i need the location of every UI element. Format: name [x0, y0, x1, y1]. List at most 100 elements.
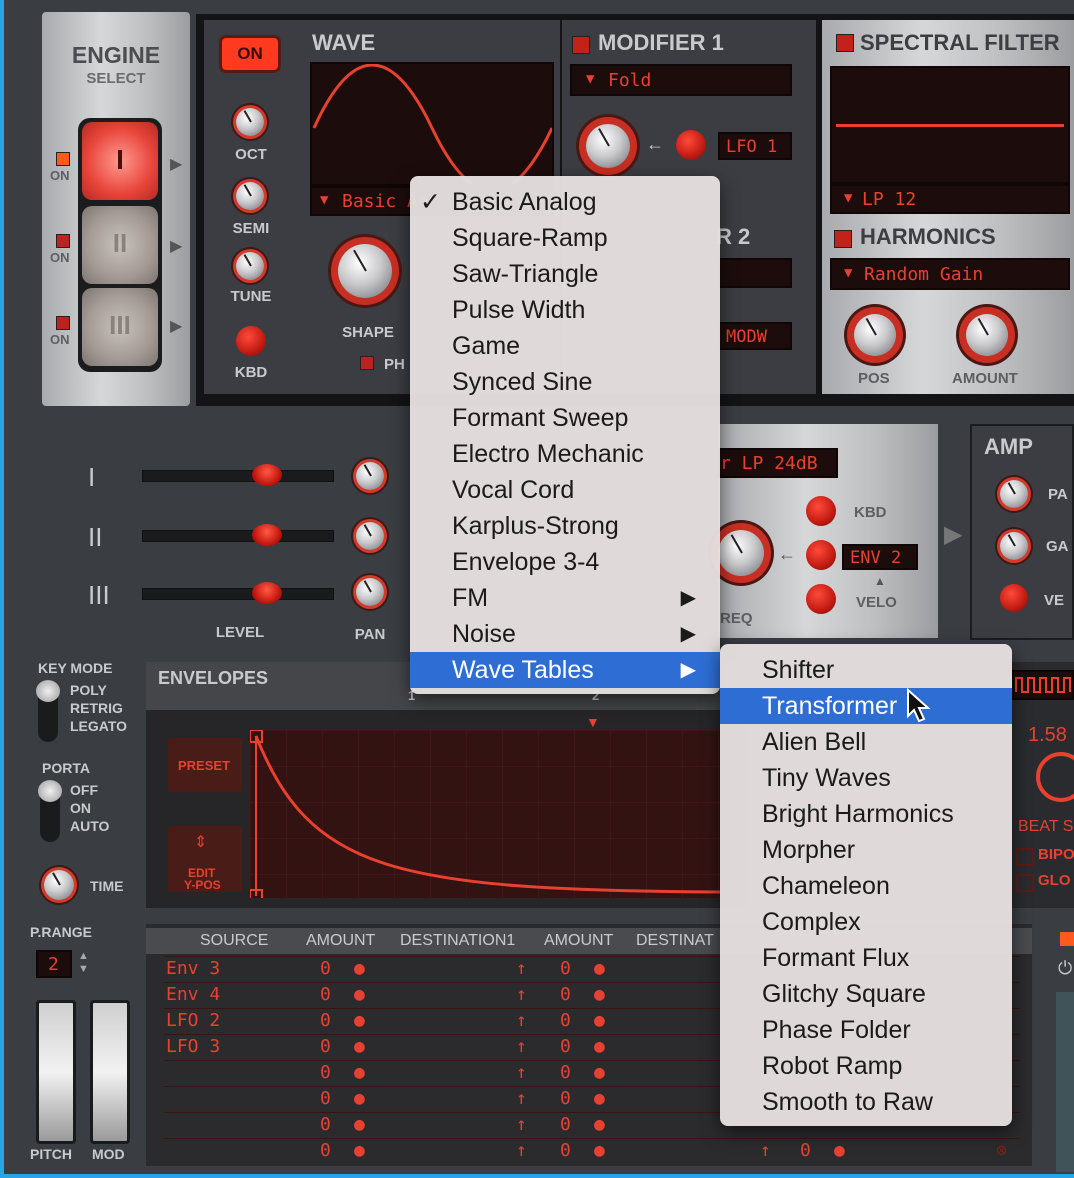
- wavetable-menu-item[interactable]: Robot Ramp: [720, 1048, 1012, 1084]
- wavetable-menu-item[interactable]: Alien Bell: [720, 724, 1012, 760]
- matrix-amount-3[interactable]: 0: [800, 1139, 811, 1163]
- envelope-preset-button[interactable]: PRESET: [168, 738, 242, 792]
- engine-slot-1-button[interactable]: I: [82, 122, 158, 200]
- modifier1-select-dropdown[interactable]: ▼ Fold: [570, 64, 792, 96]
- amount-2-knob-icon[interactable]: ●: [594, 1139, 605, 1163]
- engine-slot-3-led[interactable]: [56, 316, 70, 330]
- modifier1-amount-knob[interactable]: [586, 124, 630, 168]
- matrix-amount-2[interactable]: 0: [560, 1061, 571, 1085]
- phase-led[interactable]: [360, 356, 374, 370]
- engine-slot-3-button[interactable]: III: [82, 288, 158, 366]
- wave-menu-item[interactable]: ✓ Basic Analog: [410, 184, 720, 220]
- engine-slot-1-led[interactable]: [56, 152, 70, 166]
- level-fader-3[interactable]: [252, 582, 282, 604]
- wavetable-menu-item[interactable]: Shifter: [720, 652, 1012, 688]
- wavetable-menu-item[interactable]: Phase Folder: [720, 1012, 1012, 1048]
- modifier1-source-display[interactable]: LFO 1: [718, 132, 792, 160]
- filter-freq-knob[interactable]: [718, 530, 764, 576]
- amount-2-knob-icon[interactable]: ●: [594, 1061, 605, 1085]
- matrix-source[interactable]: Env 3: [166, 957, 220, 981]
- power-icon[interactable]: ⏻: [1058, 958, 1072, 979]
- wavetable-menu-item[interactable]: Chameleon: [720, 868, 1012, 904]
- matrix-amount-1[interactable]: 0: [320, 957, 331, 981]
- amount-2-knob-icon[interactable]: ●: [594, 1113, 605, 1137]
- harmonics-pos-knob[interactable]: [854, 314, 896, 356]
- amp-gain-knob[interactable]: [1000, 532, 1028, 560]
- wave-menu-item[interactable]: Pulse Width: [410, 292, 720, 328]
- filter-type-display[interactable]: r LP 24dB: [718, 448, 838, 478]
- level-fader-1[interactable]: [252, 464, 282, 486]
- wave-menu-item[interactable]: Electro Mechanic: [410, 436, 720, 472]
- matrix-amount-2[interactable]: 0: [560, 957, 571, 981]
- filter-env-knob[interactable]: [806, 540, 836, 570]
- prange-display[interactable]: 2: [36, 950, 72, 978]
- modifier2-select-dropdown[interactable]: [718, 258, 792, 288]
- destination-arrow-icon[interactable]: ↑: [516, 957, 527, 981]
- kbd-knob[interactable]: [236, 326, 266, 356]
- amount-1-knob-icon[interactable]: ●: [354, 1113, 365, 1137]
- wave-menu-item[interactable]: Game: [410, 328, 720, 364]
- tune-knob[interactable]: [236, 252, 264, 280]
- wave-menu-item[interactable]: Synced Sine: [410, 364, 720, 400]
- matrix-amount-1[interactable]: 0: [320, 983, 331, 1007]
- matrix-amount-1[interactable]: 0: [320, 1113, 331, 1137]
- spectral-filter-select-dropdown[interactable]: ▼ LP 12: [830, 184, 1070, 214]
- matrix-row[interactable]: 0 ● ↑ 0 ● ↑ 0 ● ⊗: [164, 1138, 1020, 1163]
- pitch-wheel[interactable]: [36, 1000, 76, 1144]
- modifier1-mod-knob[interactable]: [676, 130, 706, 160]
- wave-menu-item[interactable]: FM ▶: [410, 580, 720, 616]
- wavetable-menu-item[interactable]: Transformer: [720, 688, 1012, 724]
- filter-env-source-display[interactable]: ENV 2: [842, 544, 918, 570]
- amp-pan-knob[interactable]: [1000, 480, 1028, 508]
- wave-menu-item[interactable]: Square-Ramp: [410, 220, 720, 256]
- destination-arrow-icon[interactable]: ↑: [516, 1061, 527, 1085]
- amount-2-knob-icon[interactable]: ●: [594, 1009, 605, 1033]
- matrix-amount-2[interactable]: 0: [560, 1009, 571, 1033]
- modifier1-led[interactable]: [572, 36, 590, 54]
- wavetable-menu-item[interactable]: Bright Harmonics: [720, 796, 1012, 832]
- destination-arrow-icon[interactable]: ↑: [516, 983, 527, 1007]
- amount-2-knob-icon[interactable]: ●: [594, 1035, 605, 1059]
- wave-menu-item[interactable]: Wave Tables ▶: [410, 652, 720, 688]
- matrix-source[interactable]: Env 4: [166, 983, 220, 1007]
- matrix-amount-1[interactable]: 0: [320, 1035, 331, 1059]
- amount-1-knob-icon[interactable]: ●: [354, 1139, 365, 1163]
- amount-3-knob-icon[interactable]: ●: [834, 1139, 845, 1163]
- amount-1-knob-icon[interactable]: ●: [354, 1061, 365, 1085]
- matrix-amount-1[interactable]: 0: [320, 1087, 331, 1111]
- filter-velo-knob[interactable]: [806, 584, 836, 614]
- shape-knob[interactable]: [338, 244, 392, 298]
- keymode-switch[interactable]: [36, 680, 60, 742]
- pan-knob-2[interactable]: [356, 522, 384, 550]
- amount-1-knob-icon[interactable]: ●: [354, 1087, 365, 1111]
- matrix-amount-1[interactable]: 0: [320, 1139, 331, 1163]
- destination-2-arrow-icon[interactable]: ↑: [760, 1139, 771, 1163]
- harmonics-amount-knob[interactable]: [966, 314, 1008, 356]
- osc-on-button[interactable]: ON: [222, 38, 278, 70]
- wavetable-menu-item[interactable]: Smooth to Raw: [720, 1084, 1012, 1120]
- wavetable-menu-item[interactable]: Glitchy Square: [720, 976, 1012, 1012]
- envelope-edit-ypos-button[interactable]: ⇕ EDIT Y-POS: [168, 826, 242, 892]
- harmonics-led[interactable]: [834, 230, 852, 248]
- amount-1-knob-icon[interactable]: ●: [354, 1035, 365, 1059]
- wavetable-menu-item[interactable]: Complex: [720, 904, 1012, 940]
- wave-menu-item[interactable]: Noise ▶: [410, 616, 720, 652]
- matrix-amount-2[interactable]: 0: [560, 983, 571, 1007]
- engine-slot-2-button[interactable]: II: [82, 206, 158, 284]
- amp-velo-knob[interactable]: [1000, 584, 1028, 612]
- destination-arrow-icon[interactable]: ↑: [516, 1087, 527, 1111]
- porta-time-knob[interactable]: [44, 870, 74, 900]
- amount-2-knob-icon[interactable]: ●: [594, 957, 605, 981]
- amount-1-knob-icon[interactable]: ●: [354, 1009, 365, 1033]
- matrix-source[interactable]: LFO 3: [166, 1035, 220, 1059]
- modifier2-source-display[interactable]: MODW: [718, 322, 792, 350]
- destination-arrow-icon[interactable]: ↑: [516, 1009, 527, 1033]
- wave-menu-item[interactable]: Vocal Cord: [410, 472, 720, 508]
- matrix-amount-2[interactable]: 0: [560, 1035, 571, 1059]
- matrix-source[interactable]: LFO 2: [166, 1009, 220, 1033]
- matrix-amount-2[interactable]: 0: [560, 1113, 571, 1137]
- destination-arrow-icon[interactable]: ↑: [516, 1035, 527, 1059]
- mod-wheel[interactable]: [90, 1000, 130, 1144]
- spectral-filter-led[interactable]: [836, 34, 854, 52]
- wave-menu-item[interactable]: Saw-Triangle: [410, 256, 720, 292]
